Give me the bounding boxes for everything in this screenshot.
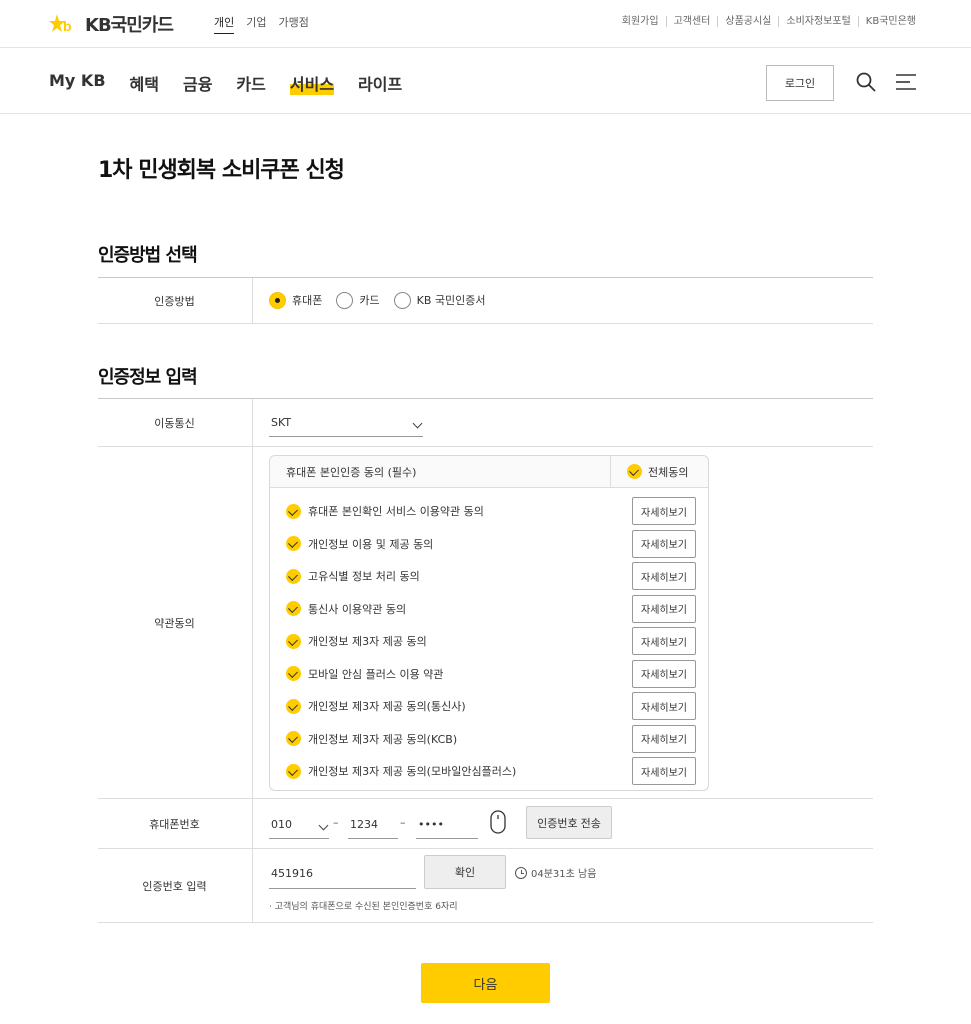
check-circle-icon: [286, 731, 301, 746]
code-row: 인증번호 입력 451916 확인 04분31초 남음 · 고객님의 휴대폰으로…: [98, 849, 873, 923]
terms-item[interactable]: 고유식별 정보 처리 동의 자세히보기: [286, 562, 696, 590]
auth-info-table: 이동통신 SKT 약관동의 휴대폰 본인인증 동의 (필수) 전체동의 휴대폰 …: [98, 398, 873, 923]
terms-label: 약관동의: [97, 447, 253, 798]
dash-separator: –: [400, 816, 406, 829]
link-product-disclosure[interactable]: 상품공시실: [717, 16, 778, 27]
terms-item[interactable]: 휴대폰 본인확인 서비스 이용약관 동의 자세히보기: [286, 497, 696, 525]
kb-card-logo[interactable]: b KB국민카드: [49, 11, 174, 37]
login-button[interactable]: 로그인: [766, 65, 834, 101]
svg-text:b: b: [63, 18, 72, 34]
terms-agreement-box: 휴대폰 본인인증 동의 (필수) 전체동의 휴대폰 본인확인 서비스 이용약관 …: [269, 455, 709, 791]
radio-card[interactable]: 카드: [336, 291, 380, 309]
terms-item[interactable]: 개인정보 제3자 제공 동의(모바일안심플러스) 자세히보기: [286, 757, 696, 785]
detail-button[interactable]: 자세히보기: [632, 659, 696, 688]
terms-row: 약관동의 휴대폰 본인인증 동의 (필수) 전체동의 휴대폰 본인확인 서비스 …: [98, 447, 873, 799]
phone-last-input[interactable]: ••••: [416, 811, 478, 839]
gnb-life[interactable]: 라이프: [358, 71, 402, 95]
check-circle-icon: [286, 536, 301, 551]
terms-item[interactable]: 개인정보 제3자 제공 동의(통신사) 자세히보기: [286, 692, 696, 720]
code-label: 인증번호 입력: [97, 849, 253, 922]
page-title: 1차 민생회복 소비쿠폰 신청: [98, 158, 345, 183]
tab-merchant[interactable]: 가맹점: [279, 14, 309, 34]
phone-row: 휴대폰번호 010 – 1234 – •••• 인증번호 전송: [98, 799, 873, 849]
detail-button[interactable]: 자세히보기: [632, 529, 696, 558]
check-circle-icon: [286, 503, 301, 519]
phone-label: 휴대폰번호: [97, 799, 253, 848]
terms-header: 휴대폰 본인인증 동의 (필수) 전체동의: [270, 456, 708, 488]
radio-phone[interactable]: 휴대폰: [269, 291, 322, 309]
auth-method-row: 인증방법 휴대폰 카드 KB 국민인증서: [98, 278, 873, 324]
terms-item[interactable]: 개인정보 제3자 제공 동의(KCB) 자세히보기: [286, 724, 696, 753]
terms-item[interactable]: 개인정보 이용 및 제공 동의 자세히보기: [286, 529, 696, 558]
detail-button[interactable]: 자세히보기: [632, 692, 696, 720]
agree-all-checkbox[interactable]: 전체동의: [610, 456, 688, 487]
gnb-menu: My KB 혜택 금융 카드 서비스 라이프: [49, 71, 402, 95]
segment-tabs: 개인 기업 가맹점: [214, 14, 309, 34]
code-help-note: · 고객님의 휴대폰으로 수신된 본인인증번호 6자리: [269, 902, 458, 912]
link-consumer-portal[interactable]: 소비자정보포털: [778, 16, 857, 27]
verification-code-input[interactable]: 451916: [269, 859, 416, 889]
check-circle-icon: [286, 601, 301, 616]
link-customer-center[interactable]: 고객센터: [665, 16, 718, 27]
section-title-auth-info: 인증정보 입력: [98, 367, 198, 388]
radio-unchecked-icon: [336, 291, 354, 309]
auth-method-radio-group: 휴대폰 카드 KB 국민인증서: [253, 278, 873, 322]
timer: 04분31초 남음: [515, 865, 596, 880]
check-circle-icon: [286, 568, 301, 584]
detail-button[interactable]: 자세히보기: [632, 594, 696, 623]
carrier-row: 이동통신 SKT: [98, 399, 873, 447]
auth-method-table: 인증방법 휴대폰 카드 KB 국민인증서: [98, 277, 873, 324]
tab-business[interactable]: 기업: [246, 14, 266, 34]
chevron-down-icon: [412, 418, 423, 429]
main-nav: My KB 혜택 금융 카드 서비스 라이프 로그인: [0, 48, 971, 114]
phone-mid-input[interactable]: 1234: [348, 811, 398, 839]
brand-name: KB국민카드: [85, 15, 174, 36]
radio-kb-certificate[interactable]: KB 국민인증서: [393, 291, 485, 309]
clock-icon: [515, 866, 527, 879]
detail-button[interactable]: 자세히보기: [632, 562, 696, 590]
check-circle-icon: [286, 698, 301, 714]
send-code-button[interactable]: 인증번호 전송: [526, 806, 612, 839]
detail-button[interactable]: 자세히보기: [632, 757, 696, 785]
terms-item[interactable]: 모바일 안심 플러스 이용 약관 자세히보기: [286, 659, 696, 688]
top-utility-bar: b KB국민카드 개인 기업 가맹점 회원가입 고객센터 상품공시실 소비자정보…: [0, 0, 971, 48]
dash-separator: –: [333, 816, 339, 829]
check-circle-icon: [627, 464, 642, 479]
gnb-service[interactable]: 서비스: [289, 71, 335, 95]
tab-personal[interactable]: 개인: [214, 14, 235, 34]
confirm-button[interactable]: 확인: [424, 855, 506, 889]
utility-links: 회원가입 고객센터 상품공시실 소비자정보포털 KB국민은행: [615, 16, 923, 27]
check-circle-icon: [286, 633, 301, 649]
detail-button[interactable]: 자세히보기: [632, 497, 696, 525]
carrier-label: 이동통신: [97, 399, 253, 446]
link-kb-bank[interactable]: KB국민은행: [857, 16, 923, 27]
chevron-down-icon: [318, 820, 329, 831]
section-title-auth-method: 인증방법 선택: [98, 245, 198, 266]
gnb-benefits[interactable]: 혜택: [130, 71, 159, 95]
radio-unchecked-icon: [393, 291, 411, 309]
kb-star-logo-icon: b: [49, 14, 72, 34]
gnb-finance[interactable]: 금융: [183, 71, 212, 95]
auth-method-label: 인증방법: [97, 278, 253, 323]
terms-item[interactable]: 통신사 이용약관 동의 자세히보기: [286, 594, 696, 623]
radio-checked-icon: [269, 291, 286, 309]
detail-button[interactable]: 자세히보기: [632, 627, 696, 655]
detail-button[interactable]: 자세히보기: [632, 724, 696, 753]
link-signup[interactable]: 회원가입: [615, 16, 666, 27]
gnb-card[interactable]: 카드: [236, 71, 265, 95]
next-button[interactable]: 다음: [421, 963, 550, 1003]
terms-item[interactable]: 개인정보 제3자 제공 동의 자세히보기: [286, 627, 696, 655]
gnb-my-kb[interactable]: My KB: [49, 71, 106, 95]
mouse-icon: [490, 810, 506, 834]
check-circle-icon: [286, 763, 301, 779]
check-circle-icon: [286, 666, 301, 681]
hamburger-menu-icon[interactable]: [896, 74, 916, 90]
search-icon[interactable]: [856, 72, 876, 92]
carrier-select[interactable]: SKT: [269, 409, 423, 437]
phone-prefix-select[interactable]: 010: [269, 811, 329, 839]
